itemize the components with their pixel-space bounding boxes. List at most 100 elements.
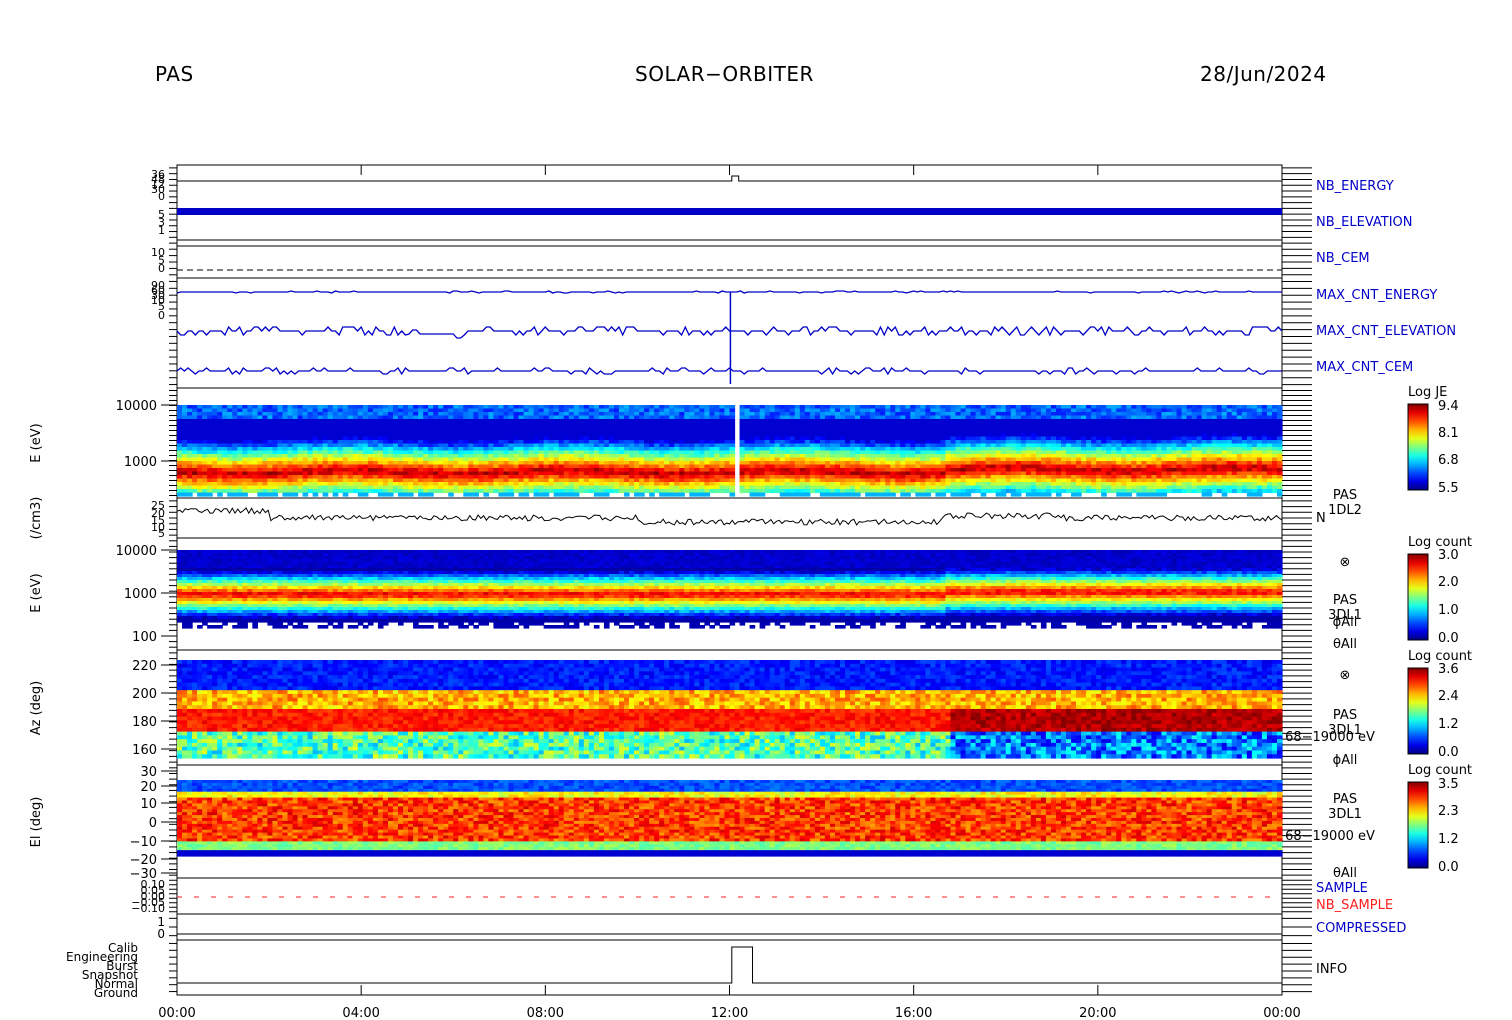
je-cell xyxy=(509,423,515,427)
je-cell xyxy=(478,409,484,413)
je-cell xyxy=(272,405,278,409)
je-cell xyxy=(629,405,635,409)
je-cell xyxy=(1071,465,1077,469)
je-cell xyxy=(1136,416,1142,420)
je-cell xyxy=(830,444,836,448)
je-cell xyxy=(368,409,374,413)
je-cell xyxy=(961,437,967,441)
je-cell xyxy=(800,416,806,420)
je-cell xyxy=(473,468,479,472)
je-cell xyxy=(991,454,997,458)
je-cell xyxy=(659,465,665,469)
je-cell xyxy=(1106,454,1112,458)
je-cell xyxy=(187,482,193,486)
je-cell xyxy=(679,437,685,441)
je-cell xyxy=(272,412,278,416)
je-cell xyxy=(810,458,816,462)
je-cell xyxy=(951,447,957,451)
je-cell xyxy=(629,475,635,479)
je-cell xyxy=(1056,461,1062,465)
je-cell xyxy=(433,458,439,462)
je-cell xyxy=(468,465,474,469)
je-cell xyxy=(222,430,228,434)
je-cell xyxy=(544,440,550,444)
je-cell xyxy=(865,412,871,416)
je-cell xyxy=(730,437,736,441)
je-cell xyxy=(373,412,379,416)
je-cell xyxy=(564,437,570,441)
je-cell xyxy=(689,405,695,409)
je-cell xyxy=(282,405,288,409)
je-cell xyxy=(468,430,474,434)
je-cell xyxy=(664,465,670,469)
je-cell xyxy=(599,447,605,451)
je-cell xyxy=(303,493,309,497)
je-cell xyxy=(564,458,570,462)
je-cell xyxy=(1001,423,1007,427)
je-cell xyxy=(1031,489,1037,493)
je-cell xyxy=(272,475,278,479)
je-cell xyxy=(1136,440,1142,444)
je-cell xyxy=(745,440,751,444)
je-cell xyxy=(1046,479,1052,483)
je-cell xyxy=(1091,472,1097,476)
je-cell xyxy=(740,423,746,427)
je-cell xyxy=(745,405,751,409)
je-cell xyxy=(448,426,454,430)
je-cell xyxy=(277,458,283,462)
je-cell xyxy=(875,423,881,427)
je-cell xyxy=(1091,423,1097,427)
je-cell xyxy=(895,423,901,427)
je-cell xyxy=(765,440,771,444)
je-cell xyxy=(1046,419,1052,423)
je-cell xyxy=(755,444,761,448)
je-cell xyxy=(498,468,504,472)
je-cell xyxy=(227,454,233,458)
je-cell xyxy=(212,419,218,423)
je-cell xyxy=(308,475,314,479)
maxcnt-tick-label: 0 xyxy=(158,309,165,322)
je-cell xyxy=(915,486,921,490)
je-cell xyxy=(699,468,705,472)
je-cell xyxy=(925,472,931,476)
je-cell xyxy=(483,489,489,493)
je-cell xyxy=(925,461,931,465)
je-cell xyxy=(800,423,806,427)
je-cell xyxy=(845,472,851,476)
je-cell xyxy=(840,451,846,455)
je-cell xyxy=(920,461,926,465)
je-cell xyxy=(755,493,761,497)
je-cell xyxy=(870,472,876,476)
je-cell xyxy=(880,416,886,420)
je-cell xyxy=(318,426,324,430)
je-cell xyxy=(298,433,304,437)
je-cell xyxy=(900,489,906,493)
je-cell xyxy=(709,461,715,465)
je-cell xyxy=(1056,475,1062,479)
je-cell xyxy=(1056,479,1062,483)
je-cell xyxy=(770,482,776,486)
je-cell xyxy=(323,433,329,437)
je-cell xyxy=(800,412,806,416)
je-cell xyxy=(483,486,489,490)
je-cell xyxy=(930,433,936,437)
je-cell xyxy=(1071,444,1077,448)
je-cell xyxy=(750,423,756,427)
je-cell xyxy=(694,430,700,434)
je-cell xyxy=(981,447,987,451)
je-cell xyxy=(252,465,258,469)
je-cell xyxy=(885,475,891,479)
je-cell xyxy=(473,409,479,413)
je-cell xyxy=(624,465,630,469)
je-cell xyxy=(684,433,690,437)
je-cell xyxy=(358,493,364,497)
je-cell xyxy=(674,482,680,486)
je-cell xyxy=(483,409,489,413)
je-cell xyxy=(298,409,304,413)
je-cell xyxy=(514,426,520,430)
je-cell xyxy=(795,437,801,441)
je-cell xyxy=(1046,468,1052,472)
je-cell xyxy=(257,458,263,462)
je-cell xyxy=(935,486,941,490)
je-cell xyxy=(825,479,831,483)
